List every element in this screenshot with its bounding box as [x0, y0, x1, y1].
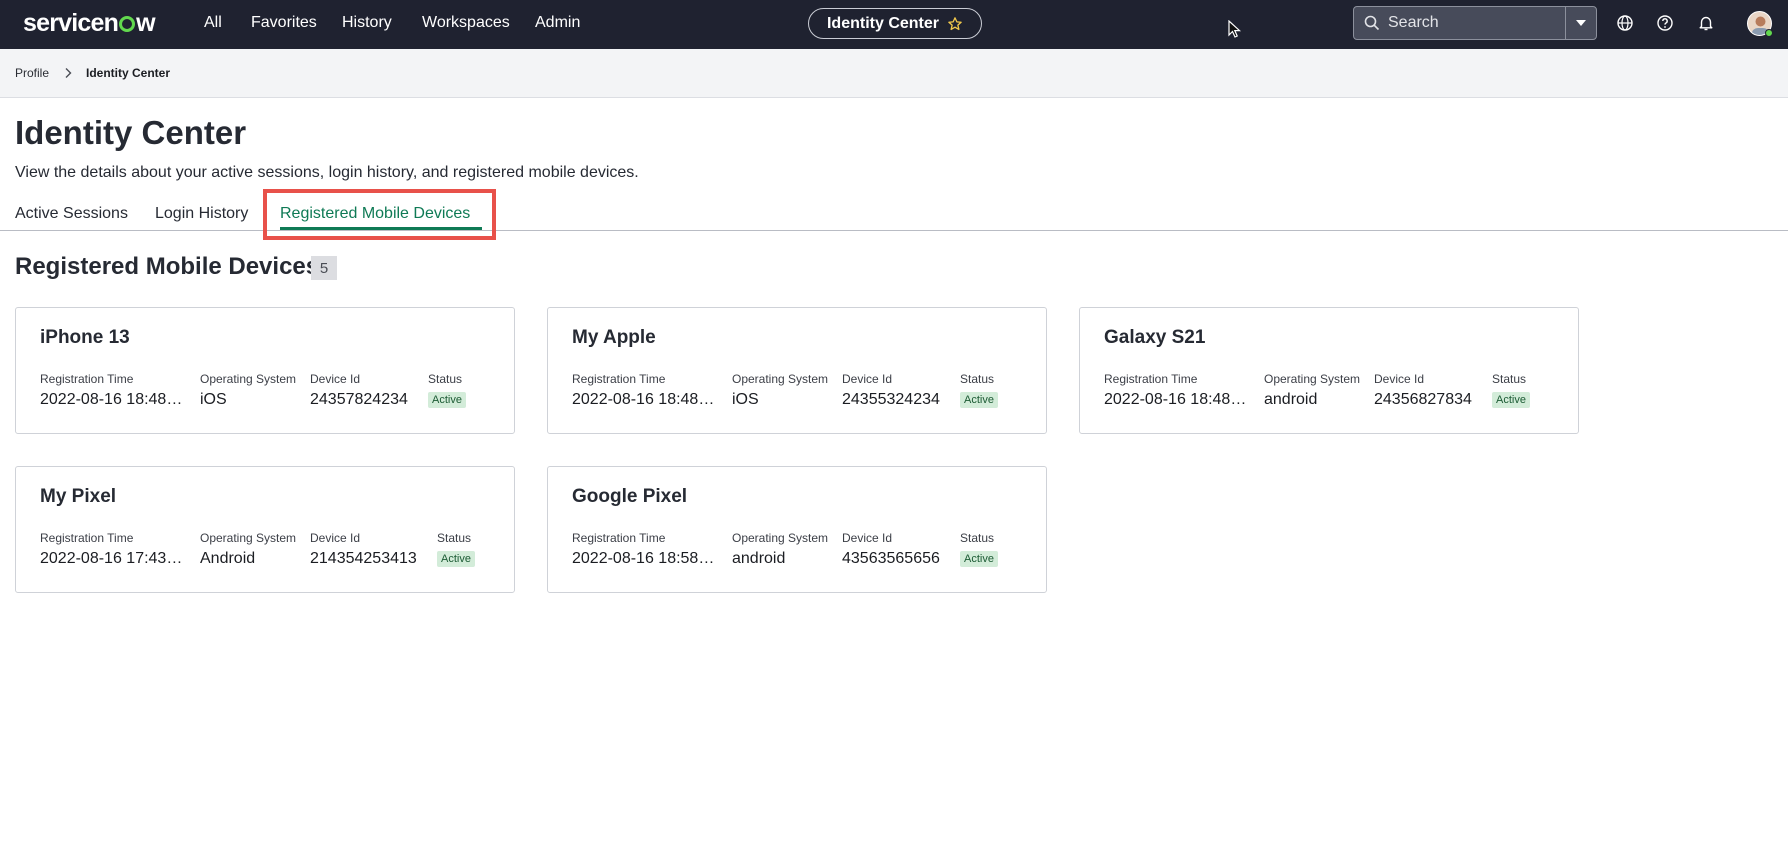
- help-icon[interactable]: [1656, 14, 1674, 32]
- search-input[interactable]: [1354, 7, 1565, 39]
- registration-time-value: 2022-08-16 18:48…: [40, 391, 183, 408]
- nav-link-all[interactable]: All: [204, 13, 222, 33]
- device-card[interactable]: Google Pixel Registration Time Operating…: [547, 466, 1047, 593]
- registration-time-label: Registration Time: [572, 372, 666, 386]
- bell-icon[interactable]: [1697, 14, 1715, 32]
- top-navigation-bar: servicen w All Favorites History Workspac…: [0, 0, 1788, 49]
- status-label: Status: [437, 531, 472, 545]
- status-badge: Active: [960, 392, 998, 408]
- device-id-label: Device Id: [310, 372, 361, 386]
- current-app-title: Identity Center: [826, 14, 939, 32]
- nav-link-admin[interactable]: Admin: [535, 13, 580, 33]
- breadcrumb-current: Identity Center: [86, 66, 171, 80]
- registration-time-label: Registration Time: [572, 531, 666, 545]
- device-id-label: Device Id: [1374, 372, 1425, 386]
- status-label: Status: [960, 372, 995, 386]
- device-id-value: 24355324234: [842, 391, 940, 408]
- nav-link-workspaces[interactable]: Workspaces: [422, 13, 510, 33]
- registration-time-label: Registration Time: [40, 531, 134, 545]
- tab-active-sessions[interactable]: Active Sessions: [15, 204, 128, 224]
- device-card[interactable]: Galaxy S21 Registration Time Operating S…: [1079, 307, 1579, 434]
- presence-indicator: [1765, 29, 1773, 37]
- operating-system-value: iOS: [200, 391, 227, 408]
- operating-system-value: Android: [200, 550, 256, 567]
- registration-time-value: 2022-08-16 18:58…: [572, 550, 715, 567]
- status-badge: Active: [428, 392, 466, 408]
- device-name: My Apple: [572, 327, 656, 348]
- current-app-pill[interactable]: Identity Center: [808, 8, 982, 39]
- breadcrumb-profile-link[interactable]: Profile: [15, 66, 49, 80]
- device-id-label: Device Id: [310, 531, 361, 545]
- chevron-right-icon: [65, 68, 72, 78]
- registration-time-value: 2022-08-16 18:48…: [1104, 391, 1247, 408]
- operating-system-label: Operating System: [732, 531, 829, 545]
- status-badge: Active: [437, 551, 475, 567]
- tab-login-history[interactable]: Login History: [155, 204, 248, 224]
- device-name: iPhone 13: [40, 327, 130, 348]
- operating-system-value: android: [732, 550, 786, 567]
- device-id-value: 43563565656: [842, 550, 940, 567]
- breadcrumb: Profile Identity Center: [0, 49, 1788, 98]
- star-icon[interactable]: [947, 16, 963, 32]
- status-badge: Active: [1492, 392, 1530, 408]
- servicenow-logo[interactable]: servicen w: [23, 8, 156, 38]
- operating-system-label: Operating System: [732, 372, 829, 386]
- status-label: Status: [1492, 372, 1527, 386]
- device-id-label: Device Id: [842, 531, 893, 545]
- device-id-value: 214354253413: [310, 550, 417, 567]
- chevron-down-icon: [1576, 20, 1586, 26]
- operating-system-label: Operating System: [1264, 372, 1361, 386]
- device-name: My Pixel: [40, 486, 117, 507]
- nav-link-favorites[interactable]: Favorites: [251, 13, 317, 33]
- registration-time-value: 2022-08-16 17:43…: [40, 550, 183, 567]
- device-id-label: Device Id: [842, 372, 893, 386]
- operating-system-label: Operating System: [200, 372, 297, 386]
- nav-link-history[interactable]: History: [342, 13, 392, 33]
- operating-system-label: Operating System: [200, 531, 297, 545]
- mouse-cursor-icon: [1228, 20, 1242, 38]
- page-title: Identity Center: [15, 114, 247, 151]
- device-name: Galaxy S21: [1104, 327, 1206, 348]
- device-card[interactable]: iPhone 13 Registration Time Operating Sy…: [15, 307, 515, 434]
- device-name: Google Pixel: [572, 486, 688, 507]
- device-id-value: 24356827834: [1374, 391, 1472, 408]
- status-label: Status: [960, 531, 995, 545]
- device-card[interactable]: My Pixel Registration Time Operating Sys…: [15, 466, 515, 593]
- page-description: View the details about your active sessi…: [15, 164, 639, 181]
- registration-time-label: Registration Time: [1104, 372, 1198, 386]
- globe-icon[interactable]: [1616, 14, 1634, 32]
- device-count-badge: 5: [311, 256, 337, 280]
- global-search[interactable]: [1353, 6, 1597, 40]
- status-label: Status: [428, 372, 463, 386]
- device-card[interactable]: My Apple Registration Time Operating Sys…: [547, 307, 1047, 434]
- tab-highlight-box: [263, 189, 496, 240]
- operating-system-value: android: [1264, 391, 1318, 408]
- registration-time-label: Registration Time: [40, 372, 134, 386]
- registration-time-value: 2022-08-16 18:48…: [572, 391, 715, 408]
- device-id-value: 24357824234: [310, 391, 408, 408]
- section-title: Registered Mobile Devices: [15, 253, 320, 280]
- operating-system-value: iOS: [732, 391, 759, 408]
- search-scope-dropdown[interactable]: [1565, 7, 1596, 39]
- status-badge: Active: [960, 551, 998, 567]
